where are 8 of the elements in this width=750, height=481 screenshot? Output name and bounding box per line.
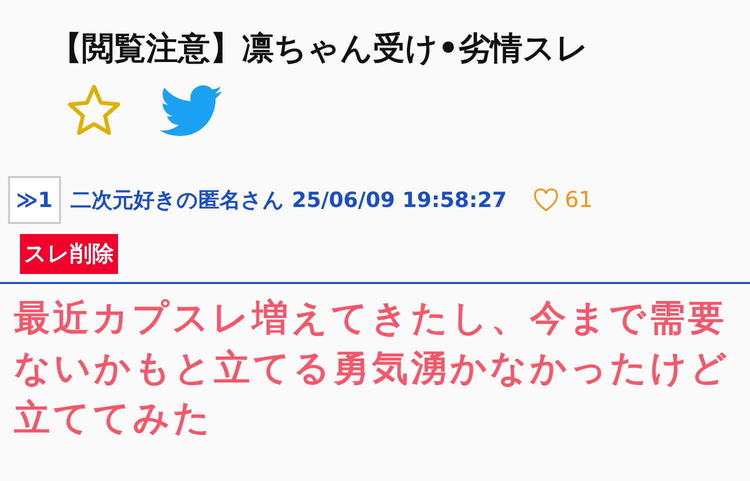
thread-title: 【閲覧注意】凛ちゃん受け•劣情スレ: [50, 28, 590, 69]
heart-icon: [532, 188, 559, 212]
post-body: 最近カプスレ増えてきたし、今まで需要ないかもと立てる勇気湧かなかったけど立ててみた: [14, 297, 731, 441]
bird-icon[interactable]: [160, 85, 222, 137]
like-button[interactable]: 61: [532, 188, 593, 212]
post-author-date: 二次元好きの匿名さん 25/06/09 19:58:27: [70, 187, 507, 214]
delete-thread-button[interactable]: スレ削除: [20, 234, 118, 274]
post-number-link[interactable]: ≫1: [8, 176, 61, 224]
